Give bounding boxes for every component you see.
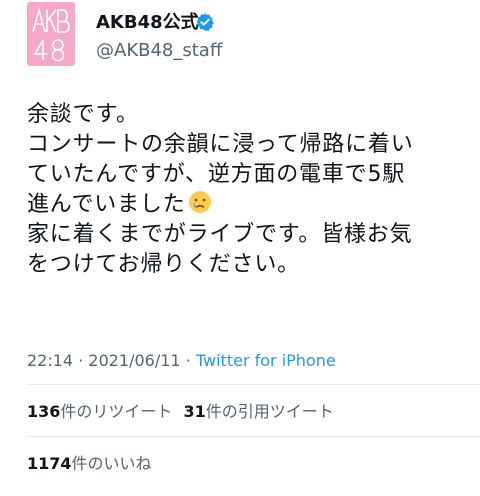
tweet-line-with-emoji: 進んでいました [27,190,467,220]
quotes-count: 31 [183,402,206,421]
tweet-time[interactable]: 22:14 [27,351,73,370]
likes-count: 1174 [27,454,72,473]
meta-separator: · [78,351,84,370]
display-name[interactable]: AKB48公式 [96,13,199,33]
tweet-line: コンサートの余韻に浸って帰路に着い [27,132,414,157]
quotes-label: 件の引用ツイート [205,402,334,421]
tweet-date[interactable]: 2021/06/11 [88,351,180,370]
tweet-line: 余談です。 [27,102,139,127]
avatar[interactable] [27,2,75,66]
tweet-text: 余談です。 コンサートの余韻に浸って帰路に着い ていたんですが、逆方面の電車で5… [27,100,467,280]
meta-separator: · [185,351,191,370]
crying-face-emoji-icon [188,191,211,213]
tweet-line-text: 進んでいました [27,192,186,217]
divider [27,384,480,385]
likes-link[interactable]: 1174件のいいね [27,453,152,475]
retweets-label: 件のリツイート [60,402,173,421]
likes-label: 件のいいね [71,454,152,473]
divider [27,436,480,437]
retweets-link[interactable]: 136件のリツイート [27,402,172,421]
user-handle[interactable]: @AKB48_staff [96,41,222,61]
verified-badge-icon [196,13,214,31]
tweet-line: 家に着くまでがライブです。皆様お気 [27,222,413,247]
tweet-line: をつけてお帰りください。 [27,252,300,277]
retweets-count: 136 [27,402,61,421]
akb48-logo-icon [27,2,75,66]
engagement-stats: 136件のリツイート 31件の引用ツイート [27,401,334,423]
tweet-metadata: 22:14 · 2021/06/11 · Twitter for iPhone [27,350,336,372]
quotes-link[interactable]: 31件の引用ツイート [184,402,334,421]
tweet-source-link[interactable]: Twitter for iPhone [196,351,336,370]
tweet-line: ていたんですが、逆方面の電車で5駅 [27,162,406,187]
